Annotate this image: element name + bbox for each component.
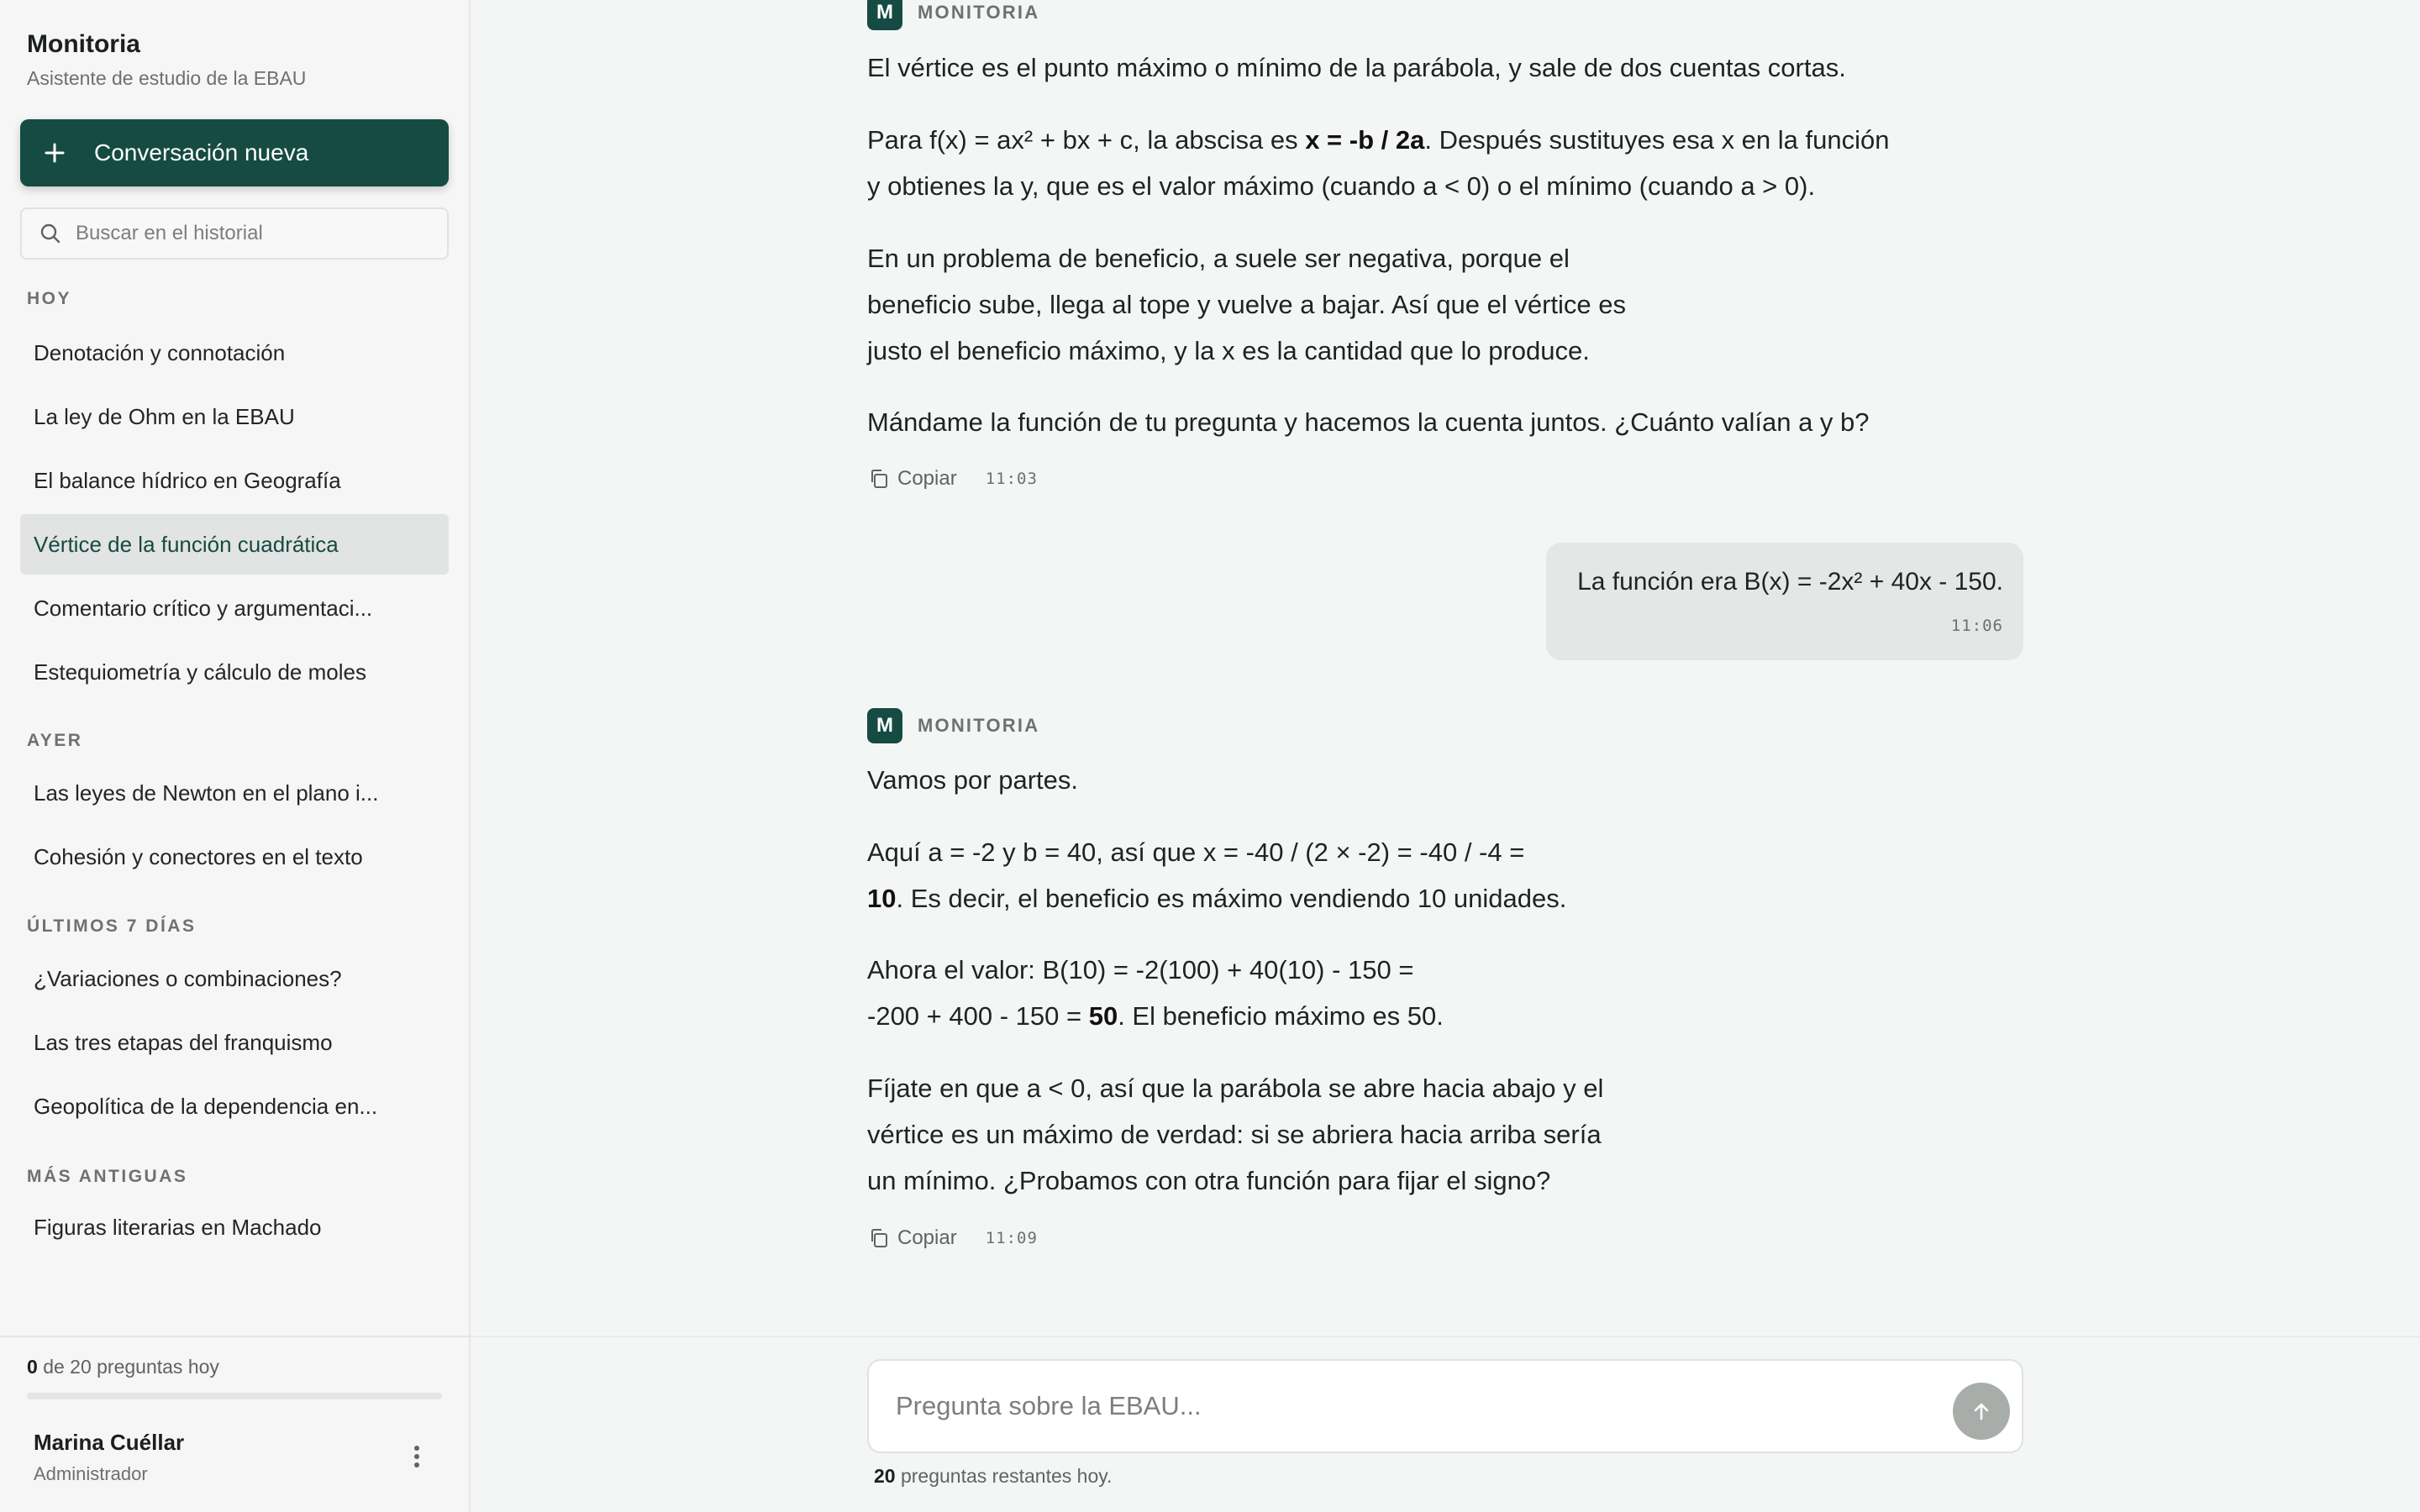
assistant-label: MONITORIA [918, 715, 1040, 736]
app-subtitle: Asistente de estudio de la EBAU [27, 67, 307, 89]
history-item[interactable]: ¿Variaciones o combinaciones? [20, 948, 449, 1009]
sidebar: Monitoria Asistente de estudio de la EBA… [0, 0, 471, 1512]
section-heading-last-7-days: ÚLTIMOS 7 DÍAS [27, 916, 197, 936]
message-paragraph: Ahora el valor: B(10) = -2(100) + 40(10)… [867, 955, 1444, 1031]
more-vertical-icon[interactable] [403, 1438, 430, 1475]
chat-panel: M MONITORIA El vértice es el punto máxim… [471, 0, 2420, 1512]
message-paragraph: Para f(x) = ax² + bx + c, la abscisa es … [867, 125, 1890, 201]
message-paragraph: Aquí a = -2 y b = 40, así que x = -40 / … [867, 837, 1567, 913]
composer [867, 1359, 2023, 1453]
new-conversation-label: Conversación nueva [94, 139, 309, 165]
message-paragraph: Vamos por partes. [867, 765, 1078, 795]
history-item[interactable]: Geopolítica de la dependencia en... [20, 1076, 449, 1137]
new-conversation-button[interactable]: Conversación nueva [20, 119, 449, 186]
assistant-avatar: M [867, 708, 902, 743]
history-item[interactable]: Figuras literarias en Machado [20, 1197, 449, 1257]
question-quota: 0 de 20 preguntas hoy [27, 1356, 219, 1378]
user-message-bubble: La función era B(x) = -2x² + 40x - 150. … [1546, 543, 2023, 660]
message-timestamp: 11:09 [985, 1229, 1038, 1247]
history-item[interactable]: Cohesión y conectores en el texto [20, 827, 449, 887]
composer-area: 20 preguntas restantes hoy. [471, 1336, 2420, 1512]
history-item[interactable]: Las tres etapas del franquismo [20, 1012, 449, 1073]
history-item[interactable]: La ley de Ohm en la EBAU [20, 386, 449, 447]
copy-icon [867, 467, 891, 491]
history-item[interactable]: El balance hídrico en Geografía [20, 450, 449, 511]
assistant-message-header: M MONITORIA [867, 0, 1039, 30]
copy-icon [867, 1226, 891, 1250]
message-paragraph: Mándame la función de tu pregunta y hace… [867, 407, 1870, 437]
message-paragraph: En un problema de beneficio, a suele ser… [867, 244, 1627, 365]
section-heading-older: MÁS ANTIGUAS [27, 1167, 188, 1186]
history-item[interactable]: Comentario crítico y argumentaci... [20, 578, 449, 638]
message-paragraph: Fíjate en que a < 0, así que la parábola… [867, 1074, 1604, 1195]
plus-icon [42, 140, 67, 165]
message-actions: Copiar 11:09 [867, 1226, 1038, 1250]
section-heading-yesterday: AYER [27, 731, 83, 750]
assistant-message-header: M MONITORIA [867, 708, 1039, 743]
send-button[interactable] [1953, 1383, 2010, 1440]
assistant-label: MONITORIA [918, 2, 1040, 23]
remaining-questions: 20 preguntas restantes hoy. [874, 1465, 1113, 1487]
question-input[interactable] [896, 1391, 1904, 1428]
user-name: Marina Cuéllar [34, 1430, 185, 1455]
history-item-active[interactable]: Vértice de la función cuadrática [20, 514, 449, 575]
history-item[interactable]: Las leyes de Newton en el plano i... [20, 763, 449, 823]
user-message-text: La función era B(x) = -2x² + 40x - 150. [1577, 568, 2003, 596]
user-role: Administrador [34, 1463, 148, 1484]
arrow-up-icon [1974, 1403, 1989, 1420]
copy-button[interactable]: Copiar [867, 467, 957, 491]
history-search-input[interactable] [76, 222, 429, 245]
message-timestamp: 11:03 [985, 470, 1038, 488]
assistant-avatar: M [867, 0, 902, 30]
sidebar-footer: 0 de 20 preguntas hoy Marina Cuéllar Adm… [0, 1336, 469, 1512]
message-actions: Copiar 11:03 [867, 467, 1038, 491]
search-icon [39, 222, 62, 245]
message-timestamp: 11:06 [1950, 617, 2003, 635]
message-paragraph: El vértice es el punto máximo o mínimo d… [867, 53, 1846, 82]
section-heading-today: HOY [27, 289, 72, 308]
app-title: Monitoria [27, 30, 140, 58]
quota-progress-bar [27, 1393, 442, 1399]
history-item[interactable]: Estequiometría y cálculo de moles [20, 642, 449, 702]
history-search [20, 207, 449, 260]
copy-button[interactable]: Copiar [867, 1226, 957, 1250]
history-item[interactable]: Denotación y connotación [20, 323, 449, 383]
